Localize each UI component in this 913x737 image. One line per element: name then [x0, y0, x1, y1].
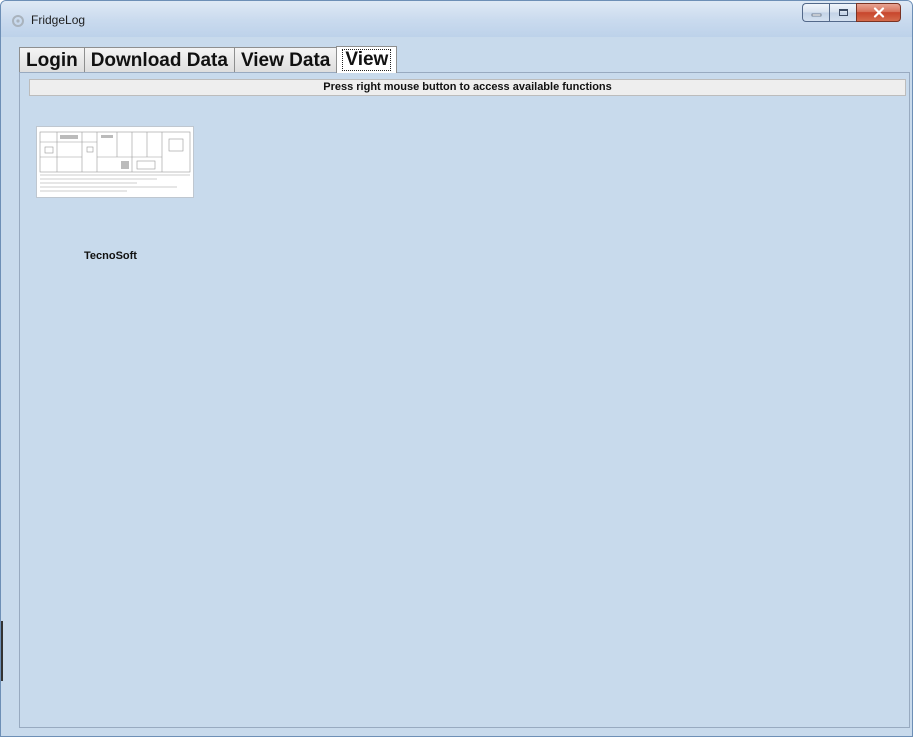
caption-buttons — [802, 3, 901, 22]
hint-bar: Press right mouse button to access avail… — [29, 79, 906, 96]
tab-label: View Data — [240, 49, 331, 71]
maximize-icon — [838, 9, 848, 16]
window-title: FridgeLog — [31, 13, 86, 27]
tab-download-data[interactable]: Download Data — [83, 47, 235, 73]
floor-plan-image — [37, 127, 193, 197]
close-button[interactable] — [856, 3, 901, 22]
tab-label: View — [342, 49, 392, 71]
floor-plan-thumbnail[interactable] — [36, 126, 194, 198]
tab-label: Login — [26, 49, 78, 71]
tab-view-data[interactable]: View Data — [233, 47, 338, 73]
close-icon — [873, 7, 884, 18]
minimize-icon — [811, 13, 821, 16]
title-bar[interactable]: FridgeLog — [1, 1, 912, 37]
app-window: FridgeLog Login Download Data View Data … — [0, 0, 913, 737]
tab-view[interactable]: View — [336, 46, 398, 73]
tab-strip: Login Download Data View Data View — [19, 46, 398, 73]
window-content: Login Download Data View Data View Press… — [9, 37, 912, 736]
tab-login[interactable]: Login — [19, 47, 85, 73]
minimize-button[interactable] — [802, 3, 829, 22]
window-edge-shadow — [1, 621, 3, 681]
tab-label: Download Data — [90, 49, 228, 71]
view-panel[interactable]: Press right mouse button to access avail… — [19, 72, 910, 728]
maximize-button[interactable] — [829, 3, 856, 22]
app-icon — [11, 14, 25, 28]
map-label: TecnoSoft — [84, 250, 137, 262]
